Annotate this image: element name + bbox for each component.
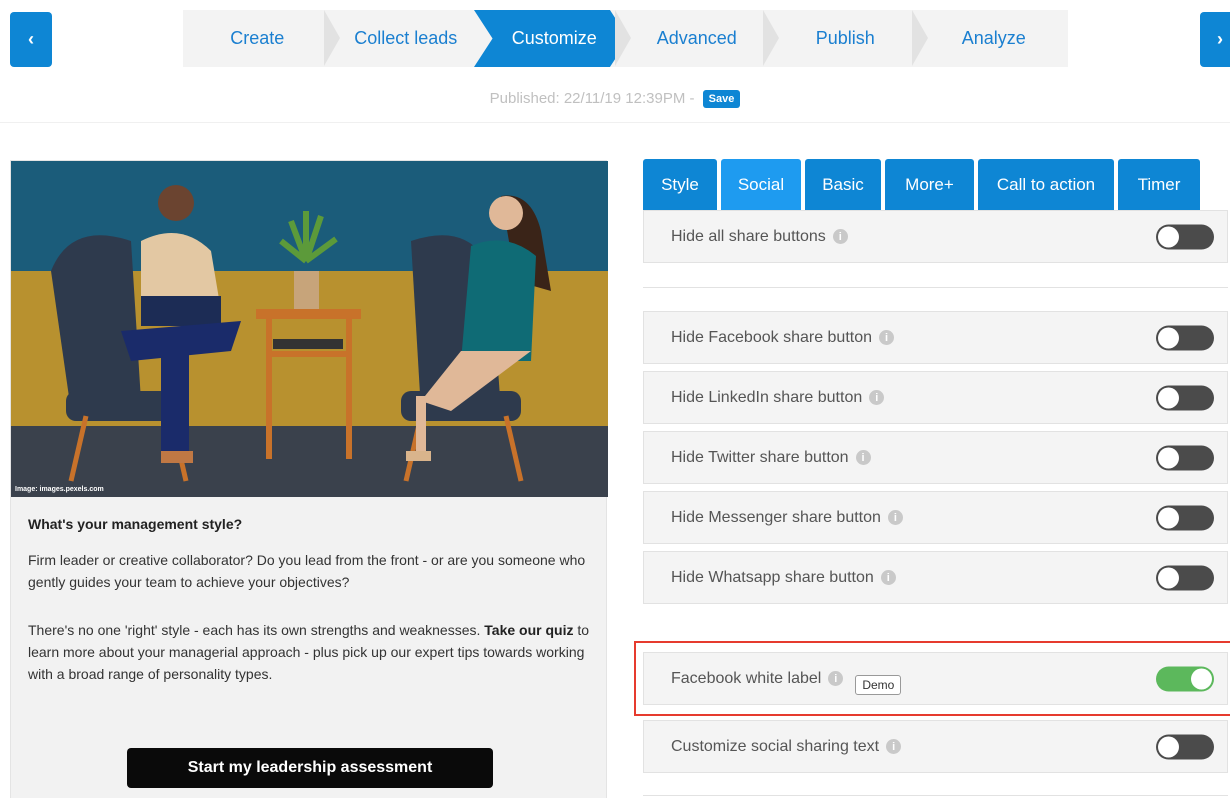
- step-customize[interactable]: Customize: [474, 10, 629, 67]
- page: ‹ Create Collect leads Customize Advance…: [0, 0, 1230, 798]
- step-collect-leads[interactable]: Collect leads: [323, 10, 481, 67]
- setting-facebook-white-label: Facebook white label i Demo: [643, 652, 1228, 705]
- setting-label: Customize social sharing text: [671, 737, 880, 755]
- quiz-title: What's your management style?: [28, 516, 243, 532]
- hide-linkedin-toggle[interactable]: [1156, 385, 1214, 410]
- chevron-left-icon: ‹: [28, 29, 34, 49]
- published-text: Published: 22/11/19 12:39PM -: [489, 90, 695, 107]
- photo-credit: Image: images.pexels.com: [15, 486, 104, 493]
- toggle-knob: [1158, 327, 1179, 348]
- info-icon[interactable]: i: [832, 229, 848, 244]
- tab-timer[interactable]: Timer: [1118, 159, 1200, 210]
- info-icon[interactable]: i: [869, 390, 885, 405]
- setting-hide-twitter: Hide Twitter share button i: [643, 431, 1228, 484]
- start-assessment-button[interactable]: Start my leadership assessment: [127, 748, 493, 788]
- wizard-steps: Create Collect leads Customize Advanced …: [183, 10, 1068, 67]
- hide-all-share-toggle[interactable]: [1156, 224, 1214, 249]
- setting-hide-linkedin: Hide LinkedIn share button i: [643, 371, 1228, 424]
- hide-twitter-toggle[interactable]: [1156, 445, 1214, 470]
- info-icon[interactable]: i: [880, 570, 896, 585]
- divider: [643, 795, 1228, 796]
- setting-label: Hide Facebook share button: [671, 328, 873, 346]
- info-icon[interactable]: i: [886, 739, 902, 754]
- tab-more[interactable]: More+: [885, 159, 974, 210]
- setting-hide-facebook: Hide Facebook share button i: [643, 311, 1228, 364]
- step-advanced[interactable]: Advanced: [614, 10, 772, 67]
- setting-label: Hide LinkedIn share button: [671, 388, 863, 406]
- customize-sharing-text-toggle[interactable]: [1156, 734, 1214, 759]
- tab-social[interactable]: Social: [721, 159, 801, 210]
- toggle-knob: [1158, 226, 1179, 247]
- setting-label: Hide Twitter share button: [671, 448, 849, 466]
- facebook-white-label-toggle[interactable]: [1156, 666, 1214, 691]
- divider: [643, 287, 1228, 288]
- setting-label: Hide Whatsapp share button: [671, 568, 874, 586]
- info-icon[interactable]: i: [828, 671, 844, 686]
- demo-badge[interactable]: Demo: [855, 674, 902, 695]
- info-icon[interactable]: i: [887, 510, 903, 525]
- hide-whatsapp-toggle[interactable]: [1156, 565, 1214, 590]
- toggle-knob: [1158, 567, 1179, 588]
- setting-label: Facebook white label: [671, 669, 822, 687]
- toggle-knob: [1158, 447, 1179, 468]
- save-button[interactable]: Save: [702, 90, 741, 109]
- hide-facebook-toggle[interactable]: [1156, 325, 1214, 350]
- step-analyze[interactable]: Analyze: [911, 10, 1069, 67]
- next-arrow-button[interactable]: ›: [1200, 12, 1230, 67]
- toggle-knob: [1158, 507, 1179, 528]
- tab-call-to-action[interactable]: Call to action: [978, 159, 1114, 210]
- step-publish[interactable]: Publish: [763, 10, 920, 67]
- setting-hide-messenger: Hide Messenger share button i: [643, 491, 1228, 544]
- setting-label: Hide all share buttons: [671, 227, 826, 245]
- published-status: Published: 22/11/19 12:39PM - Save: [0, 90, 1230, 109]
- setting-label: Hide Messenger share button: [671, 508, 881, 526]
- setting-customize-sharing-text: Customize social sharing text i: [643, 720, 1228, 773]
- tab-style[interactable]: Style: [643, 159, 717, 210]
- quiz-preview-card: Image: images.pexels.com What's your man…: [10, 160, 608, 798]
- chevron-right-icon: ›: [1217, 29, 1223, 49]
- cover-illustration: [11, 161, 608, 497]
- hide-messenger-toggle[interactable]: [1156, 505, 1214, 530]
- divider: [0, 122, 1230, 123]
- quiz-description: Firm leader or creative collaborator? Do…: [28, 552, 586, 590]
- prev-arrow-button[interactable]: ‹: [10, 12, 52, 67]
- toggle-knob: [1158, 387, 1179, 408]
- settings-tabs: Style Social Basic More+ Call to action …: [643, 159, 1200, 210]
- cover-image: Image: images.pexels.com: [11, 161, 608, 497]
- info-icon[interactable]: i: [855, 450, 871, 465]
- tab-basic[interactable]: Basic: [805, 159, 881, 210]
- toggle-knob: [1191, 668, 1212, 689]
- info-icon[interactable]: i: [879, 330, 895, 345]
- toggle-knob: [1158, 736, 1179, 757]
- setting-hide-all-share: Hide all share buttons i: [643, 210, 1228, 263]
- quiz-description-2: There's no one 'right' style - each has …: [28, 622, 590, 682]
- setting-hide-whatsapp: Hide Whatsapp share button i: [643, 551, 1228, 604]
- step-create[interactable]: Create: [183, 10, 332, 67]
